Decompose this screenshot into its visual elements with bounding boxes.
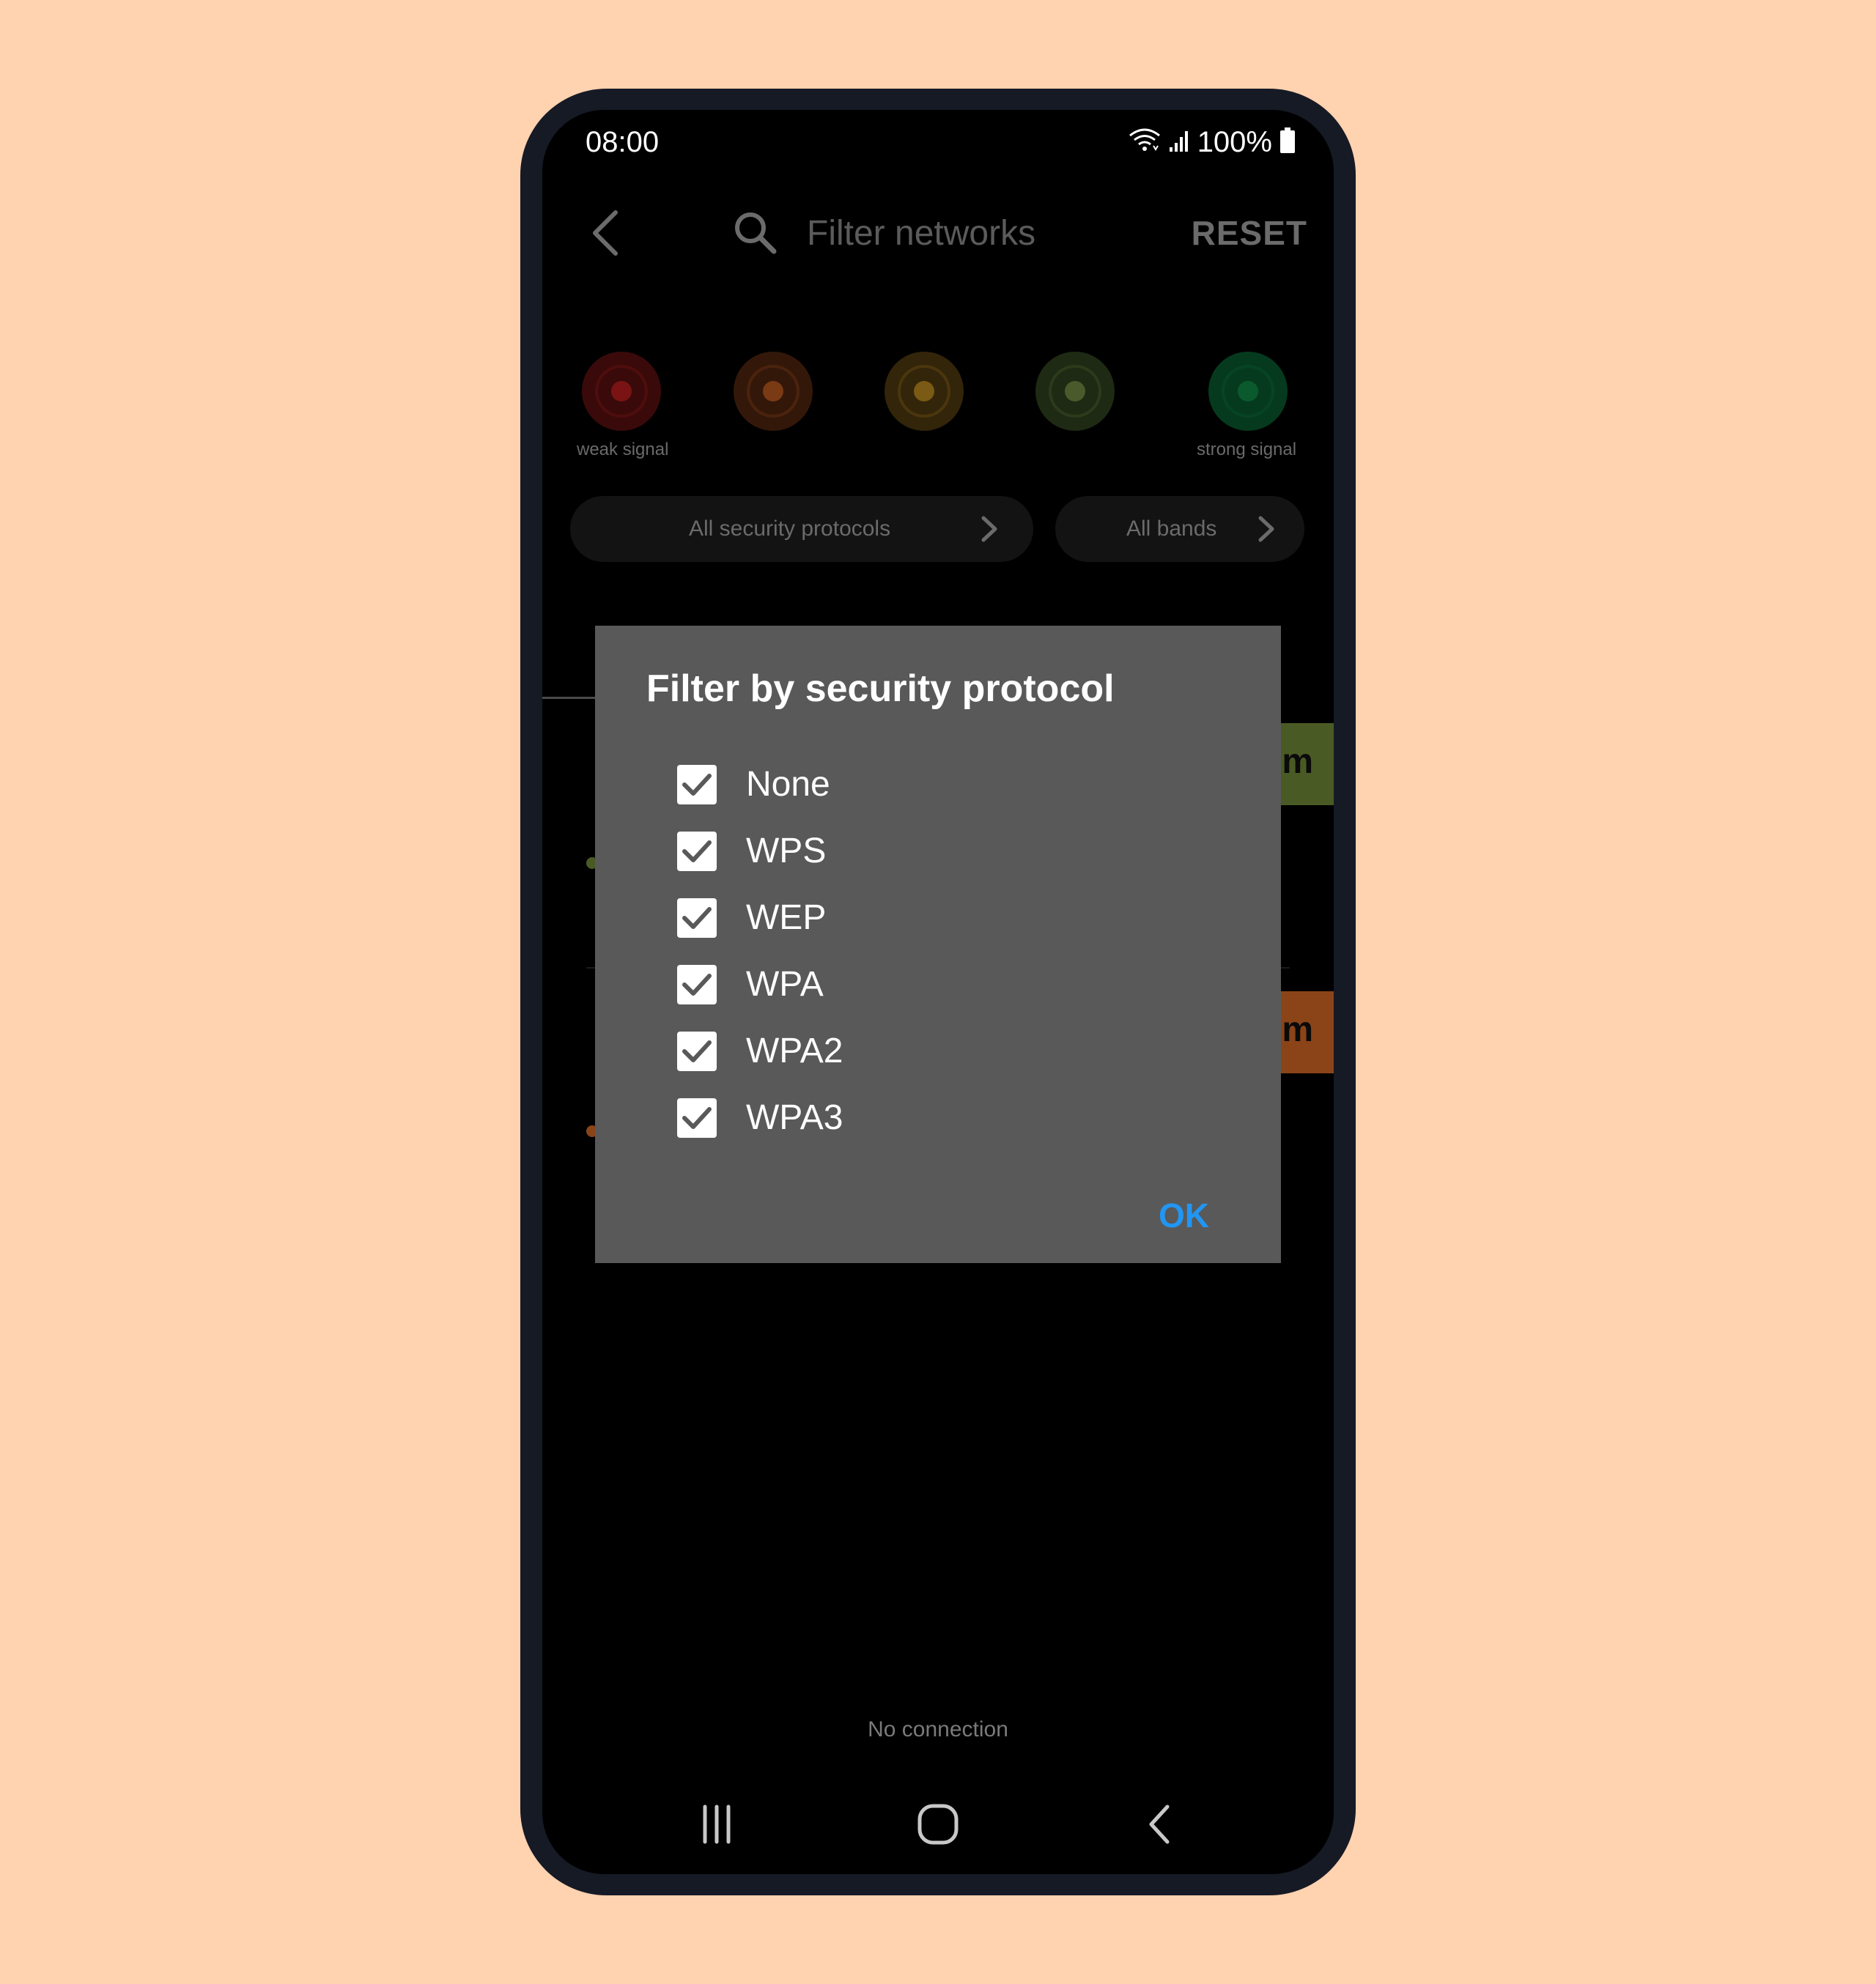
option-wps[interactable]: WPS	[677, 824, 1117, 877]
network-strip-text: m	[1282, 742, 1313, 781]
security-chip-label: All security protocols	[689, 517, 891, 541]
signal-level-2[interactable]	[734, 352, 813, 431]
bands-chip[interactable]: All bands	[1055, 496, 1304, 562]
network-strip-text: m	[1282, 1010, 1313, 1049]
signal-level-4[interactable]	[1035, 352, 1115, 431]
option-label: WPA2	[746, 1032, 843, 1070]
security-protocol-chip[interactable]: All security protocols	[570, 496, 1033, 562]
search-input[interactable]	[807, 210, 1115, 256]
bands-chip-label: All bands	[1126, 517, 1217, 541]
option-wpa3[interactable]: WPA3	[677, 1091, 1117, 1144]
signal-level-3[interactable]	[885, 352, 964, 431]
checkbox[interactable]	[677, 965, 717, 1004]
checkbox[interactable]	[677, 898, 717, 938]
signal-bars-icon	[1168, 128, 1190, 157]
check-icon	[682, 974, 712, 996]
chevron-right-icon	[981, 516, 997, 542]
check-icon	[682, 1040, 712, 1062]
weak-signal-label: weak signal	[577, 440, 669, 459]
battery-percent: 100%	[1197, 126, 1272, 158]
tab-indicator	[542, 697, 601, 699]
option-label: WPA3	[746, 1098, 843, 1137]
option-label: WEP	[746, 898, 827, 937]
security-filter-dialog: Filter by security protocol None WPS WEP…	[595, 626, 1281, 1263]
checkbox[interactable]	[677, 1032, 717, 1071]
search-icon[interactable]	[731, 209, 780, 257]
checkbox[interactable]	[677, 832, 717, 871]
connection-status: No connection	[868, 1717, 1008, 1741]
signal-level-1[interactable]	[582, 352, 661, 431]
back-arrow-icon	[593, 210, 618, 256]
ok-button[interactable]: OK	[1159, 1190, 1209, 1241]
check-icon	[682, 774, 712, 796]
wifi-icon	[1129, 128, 1161, 157]
signal-level-5[interactable]	[1208, 352, 1288, 431]
check-icon	[682, 840, 712, 862]
check-icon	[682, 1107, 712, 1129]
option-wpa2[interactable]: WPA2	[677, 1024, 1117, 1077]
checkbox[interactable]	[677, 1098, 717, 1138]
strong-signal-label: strong signal	[1197, 440, 1297, 459]
battery-icon	[1279, 127, 1296, 158]
option-none[interactable]: None	[677, 758, 1117, 810]
chevron-right-icon	[1258, 516, 1274, 542]
reset-button[interactable]: RESET	[1192, 210, 1307, 256]
option-wpa[interactable]: WPA	[677, 958, 1117, 1010]
status-time: 08:00	[586, 126, 660, 158]
phone-screen: 08:00 100% Filter networks RESET weak si…	[542, 110, 1334, 1874]
home-icon[interactable]	[909, 1795, 967, 1854]
back-button[interactable]	[583, 205, 630, 261]
checkbox[interactable]	[677, 765, 717, 804]
check-icon	[682, 907, 712, 929]
option-label: WPA	[746, 965, 824, 1004]
option-wep[interactable]: WEP	[677, 891, 1117, 944]
option-label: None	[746, 765, 830, 804]
back-icon[interactable]	[1131, 1795, 1189, 1854]
option-label: WPS	[746, 832, 827, 870]
status-icons: 100%	[1129, 125, 1296, 160]
recent-apps-icon[interactable]	[687, 1795, 746, 1854]
dialog-title: Filter by security protocol	[646, 667, 1115, 710]
